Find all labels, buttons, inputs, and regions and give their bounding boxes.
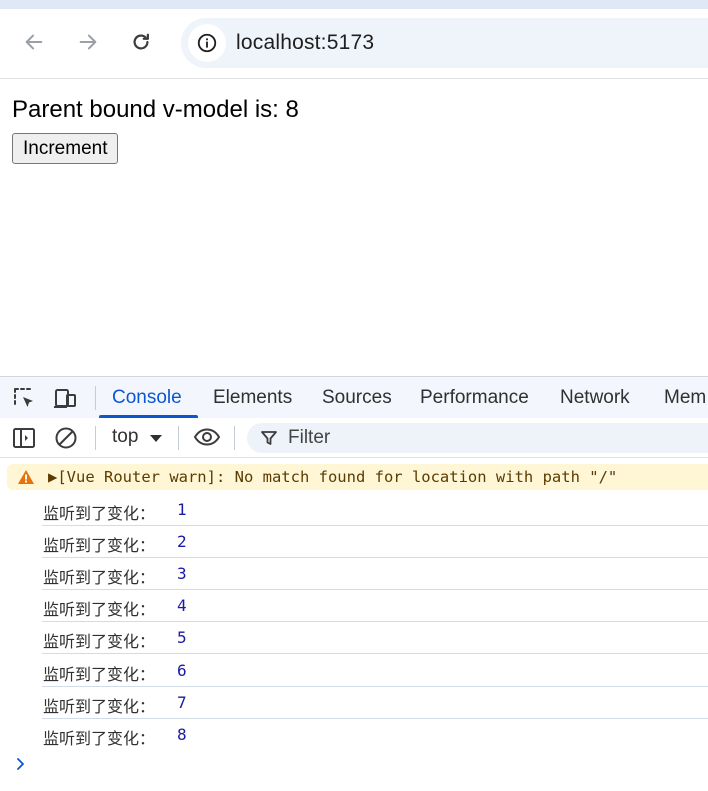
device-toggle-icon [54,389,76,408]
console-toolbar: top Filter [0,418,708,458]
console-filter-input[interactable]: Filter [247,423,708,453]
triangle-down-icon [150,435,162,442]
console-log-row[interactable]: 监听到了变化： 8 [42,718,708,750]
console-prompt[interactable] [15,757,27,776]
toolbar-divider [234,426,235,450]
tab-network[interactable]: Network [560,387,630,409]
sidebar-icon [13,428,35,448]
log-value: 4 [177,596,187,615]
toolbar-divider [95,426,96,450]
browser-toolbar: localhost:5173 [0,9,708,79]
log-value: 7 [177,693,187,712]
site-info-button[interactable] [188,24,226,62]
filter-icon [261,431,277,445]
log-value: 5 [177,628,187,647]
console-log-row[interactable]: 监听到了变化： 4 [42,589,708,622]
live-expression-button[interactable] [192,425,222,449]
reload-button[interactable] [128,29,154,55]
log-label: 监听到了变化： [43,632,156,651]
console-log-row[interactable]: 监听到了变化： 5 [42,621,708,654]
clear-console-button[interactable] [53,426,79,450]
reload-icon [133,33,149,50]
log-label: 监听到了变化： [43,665,156,684]
log-value: 8 [177,725,187,744]
inspect-element-button[interactable] [11,386,37,410]
toolbar-divider [178,426,179,450]
window-top-strip [0,0,708,9]
console-warning-row[interactable]: ▶[Vue Router warn]: No match found for l… [7,464,708,490]
back-button[interactable] [21,29,47,55]
log-label: 监听到了变化： [43,600,156,619]
sidebar-toggle-button[interactable] [11,426,37,450]
log-label: 监听到了变化： [43,729,156,748]
log-label: 监听到了变化： [43,697,156,716]
arrow-left-icon [25,34,43,50]
tab-memory[interactable]: Mem [664,387,706,409]
warning-message: ▶[Vue Router warn]: No match found for l… [48,468,618,486]
tab-console[interactable]: Console [112,387,182,409]
url-text[interactable]: localhost:5173 [236,31,374,55]
model-value-text: Parent bound v-model is: 8 [12,96,299,123]
address-bar[interactable]: localhost:5173 [181,18,708,68]
tab-performance[interactable]: Performance [420,387,529,409]
eye-icon [193,428,221,446]
info-icon [197,33,217,53]
warning-icon [18,470,34,484]
devtools-tab-bar: Console Elements Sources Performance Net… [0,376,708,419]
log-value: 3 [177,564,187,583]
console-log-row[interactable]: 监听到了变化： 7 [42,686,708,719]
tab-divider [95,386,96,410]
log-value: 1 [177,500,187,519]
log-value: 6 [177,661,187,680]
forward-button[interactable] [75,29,101,55]
increment-button[interactable]: Increment [12,133,119,164]
console-log-row[interactable]: 监听到了变化： 1 [42,493,708,526]
devtools-panel: Console Elements Sources Performance Net… [0,376,708,791]
tab-sources[interactable]: Sources [322,387,392,409]
console-log-row[interactable]: 监听到了变化： 2 [42,525,708,558]
console-log-row[interactable]: 监听到了变化： 3 [42,557,708,590]
block-icon [55,427,77,449]
chevron-right-icon [17,758,24,770]
log-value: 2 [177,532,187,551]
filter-placeholder: Filter [288,427,331,448]
arrow-right-icon [79,34,97,50]
page-content: Parent bound v-model is: 8 Increment [0,79,708,376]
log-label: 监听到了变化： [43,504,156,523]
inspect-icon [14,388,33,407]
context-selector[interactable]: top [112,426,138,448]
log-label: 监听到了变化： [43,536,156,555]
tab-elements[interactable]: Elements [213,387,292,409]
device-toolbar-button[interactable] [53,386,79,410]
console-log-row[interactable]: 监听到了变化： 6 [42,654,708,687]
log-label: 监听到了变化： [43,568,156,587]
